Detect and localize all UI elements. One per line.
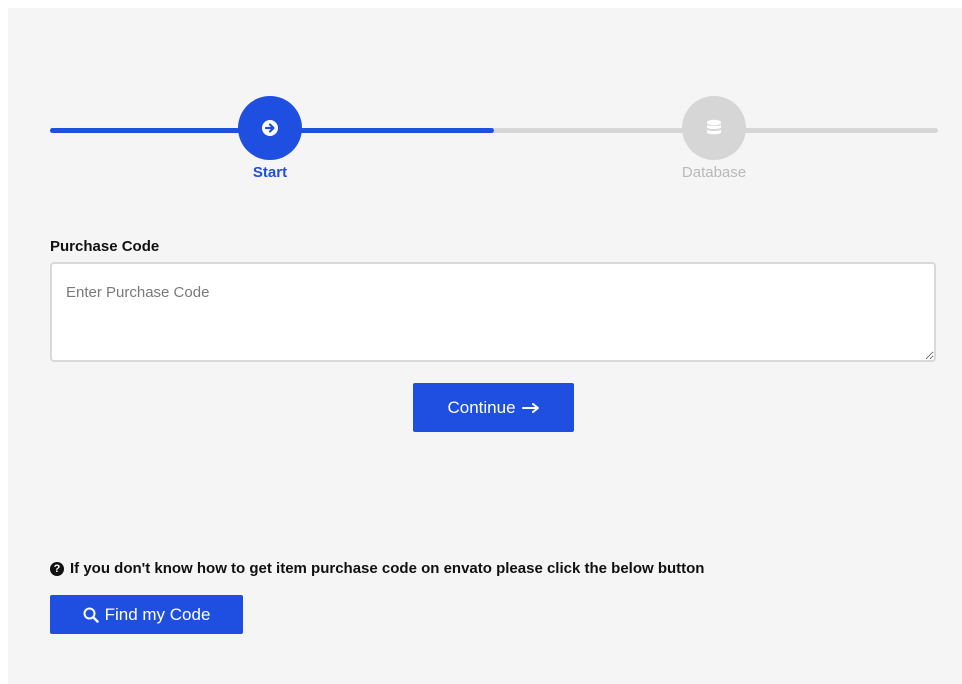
find-my-code-button[interactable]: Find my Code (50, 595, 243, 634)
step-database-circle (682, 96, 746, 160)
help-text: ? If you don't know how to get item purc… (50, 560, 704, 577)
search-icon (83, 607, 99, 623)
continue-button[interactable]: Continue (413, 383, 574, 432)
progress-stepper: Start Database (50, 96, 938, 186)
database-icon (707, 119, 721, 135)
progress-track (50, 128, 938, 133)
step-start-label: Start (252, 164, 288, 181)
continue-button-label: Continue (447, 397, 516, 417)
installer-panel: Start Database Purchase Code Continue ? … (8, 8, 962, 684)
purchase-code-label: Purchase Code (50, 238, 160, 255)
step-database-label: Database (681, 164, 747, 181)
step-start: Start (210, 96, 330, 181)
question-circle-icon: ? (50, 561, 64, 576)
arrow-right-icon (521, 402, 539, 413)
find-my-code-label: Find my Code (104, 604, 211, 624)
step-database: Database (654, 96, 774, 181)
purchase-code-input[interactable] (50, 262, 936, 362)
help-text-content: If you don't know how to get item purcha… (70, 560, 705, 577)
arrow-right-circle-icon (262, 120, 278, 136)
step-start-circle (238, 96, 302, 160)
